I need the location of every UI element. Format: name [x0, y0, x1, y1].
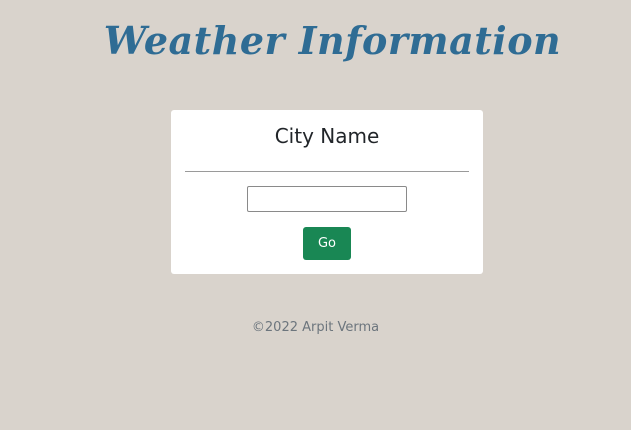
city-search-card: City Name Go — [171, 110, 483, 274]
copyright-footer: ©2022 Arpit Verma — [251, 320, 380, 335]
divider — [185, 171, 469, 172]
page-title: Weather Information — [103, 18, 562, 63]
card-title: City Name — [274, 124, 380, 148]
city-input[interactable] — [247, 186, 407, 212]
go-button[interactable]: Go — [303, 227, 351, 260]
